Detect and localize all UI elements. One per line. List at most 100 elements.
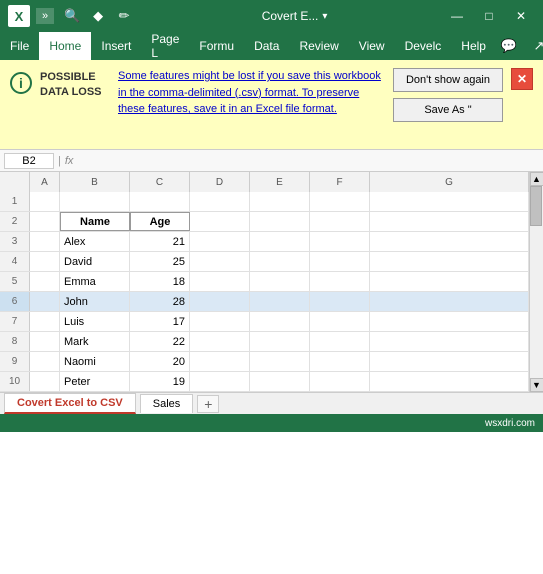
search-icon[interactable]: 🔍 [62, 6, 82, 26]
name-box[interactable] [4, 153, 54, 169]
cell-a6[interactable] [30, 292, 60, 311]
cell-c1[interactable] [130, 192, 190, 211]
tab-file[interactable]: File [0, 32, 39, 60]
scroll-up-button[interactable]: ▲ [530, 172, 543, 186]
cell-b1[interactable] [60, 192, 130, 211]
cell-b6[interactable]: John [60, 292, 130, 311]
cell-e6[interactable] [250, 292, 310, 311]
quick-access-more[interactable]: » [36, 8, 54, 24]
cell-f8[interactable] [310, 332, 370, 351]
tab-home[interactable]: Home [39, 32, 91, 60]
cell-e9[interactable] [250, 352, 310, 371]
cell-d1[interactable] [190, 192, 250, 211]
add-sheet-button[interactable]: + [197, 395, 219, 413]
cell-a7[interactable] [30, 312, 60, 331]
vertical-scrollbar[interactable]: ▲ ▼ [529, 172, 543, 392]
cell-g7[interactable] [370, 312, 529, 331]
col-header-b[interactable]: B [60, 172, 130, 192]
cell-d2[interactable] [190, 212, 250, 231]
cell-f2[interactable] [310, 212, 370, 231]
tab-view[interactable]: View [349, 32, 395, 60]
cell-c9[interactable]: 20 [130, 352, 190, 371]
cell-c3[interactable]: 21 [130, 232, 190, 251]
cell-a8[interactable] [30, 332, 60, 351]
cell-e3[interactable] [250, 232, 310, 251]
cell-f10[interactable] [310, 372, 370, 391]
scroll-thumb[interactable] [530, 186, 542, 226]
cell-f6[interactable] [310, 292, 370, 311]
tab-insert[interactable]: Insert [91, 32, 141, 60]
cell-g6[interactable] [370, 292, 529, 311]
cell-a9[interactable] [30, 352, 60, 371]
cell-f4[interactable] [310, 252, 370, 271]
cell-a2[interactable] [30, 212, 60, 231]
cell-c8[interactable]: 22 [130, 332, 190, 351]
sheet-tab-sales[interactable]: Sales [140, 394, 194, 413]
cell-d10[interactable] [190, 372, 250, 391]
maximize-button[interactable]: □ [475, 4, 503, 28]
col-header-a[interactable]: A [30, 172, 60, 192]
cell-c5[interactable]: 18 [130, 272, 190, 291]
cell-e5[interactable] [250, 272, 310, 291]
tab-page-layout[interactable]: Page L [141, 32, 189, 60]
cell-e4[interactable] [250, 252, 310, 271]
share-icon[interactable]: ↗ [526, 33, 543, 59]
cell-f7[interactable] [310, 312, 370, 331]
cell-b2[interactable]: Name [60, 212, 130, 231]
cell-c4[interactable]: 25 [130, 252, 190, 271]
cell-d7[interactable] [190, 312, 250, 331]
save-as-button[interactable]: Save As " [393, 98, 503, 122]
cell-c7[interactable]: 17 [130, 312, 190, 331]
col-header-c[interactable]: C [130, 172, 190, 192]
cell-g8[interactable] [370, 332, 529, 351]
tab-data[interactable]: Data [244, 32, 289, 60]
minimize-button[interactable]: — [443, 4, 471, 28]
cell-c6[interactable]: 28 [130, 292, 190, 311]
scroll-down-button[interactable]: ▼ [530, 378, 543, 392]
tab-review[interactable]: Review [289, 32, 348, 60]
cell-f5[interactable] [310, 272, 370, 291]
col-header-f[interactable]: F [310, 172, 370, 192]
cell-e10[interactable] [250, 372, 310, 391]
cell-a5[interactable] [30, 272, 60, 291]
warning-close-button[interactable]: ✕ [511, 68, 533, 90]
comment-icon[interactable]: 💬 [496, 33, 522, 59]
sheet-tab-active[interactable]: Covert Excel to CSV [4, 393, 136, 414]
cell-b9[interactable]: Naomi [60, 352, 130, 371]
cell-b5[interactable]: Emma [60, 272, 130, 291]
cell-d3[interactable] [190, 232, 250, 251]
cell-d8[interactable] [190, 332, 250, 351]
cell-d4[interactable] [190, 252, 250, 271]
tab-help[interactable]: Help [451, 32, 496, 60]
col-header-g[interactable]: G [370, 172, 529, 192]
cell-g3[interactable] [370, 232, 529, 251]
cell-g10[interactable] [370, 372, 529, 391]
cell-e8[interactable] [250, 332, 310, 351]
cell-a1[interactable] [30, 192, 60, 211]
cell-a3[interactable] [30, 232, 60, 251]
cell-e1[interactable] [250, 192, 310, 211]
cell-d6[interactable] [190, 292, 250, 311]
cell-f1[interactable] [310, 192, 370, 211]
diamond-icon[interactable]: ◆ [88, 6, 108, 26]
cell-b7[interactable]: Luis [60, 312, 130, 331]
cell-d9[interactable] [190, 352, 250, 371]
cell-g5[interactable] [370, 272, 529, 291]
cell-c10[interactable]: 19 [130, 372, 190, 391]
cell-b8[interactable]: Mark [60, 332, 130, 351]
cell-c2[interactable]: Age [130, 212, 190, 231]
cell-f3[interactable] [310, 232, 370, 251]
close-button[interactable]: ✕ [507, 4, 535, 28]
cell-b10[interactable]: Peter [60, 372, 130, 391]
cell-e7[interactable] [250, 312, 310, 331]
scroll-track[interactable] [530, 186, 543, 378]
dont-show-again-button[interactable]: Don't show again [393, 68, 503, 92]
cell-a4[interactable] [30, 252, 60, 271]
col-header-d[interactable]: D [190, 172, 250, 192]
cell-d5[interactable] [190, 272, 250, 291]
cell-a10[interactable] [30, 372, 60, 391]
cell-e2[interactable] [250, 212, 310, 231]
cell-g1[interactable] [370, 192, 529, 211]
cell-g2[interactable] [370, 212, 529, 231]
cell-f9[interactable] [310, 352, 370, 371]
